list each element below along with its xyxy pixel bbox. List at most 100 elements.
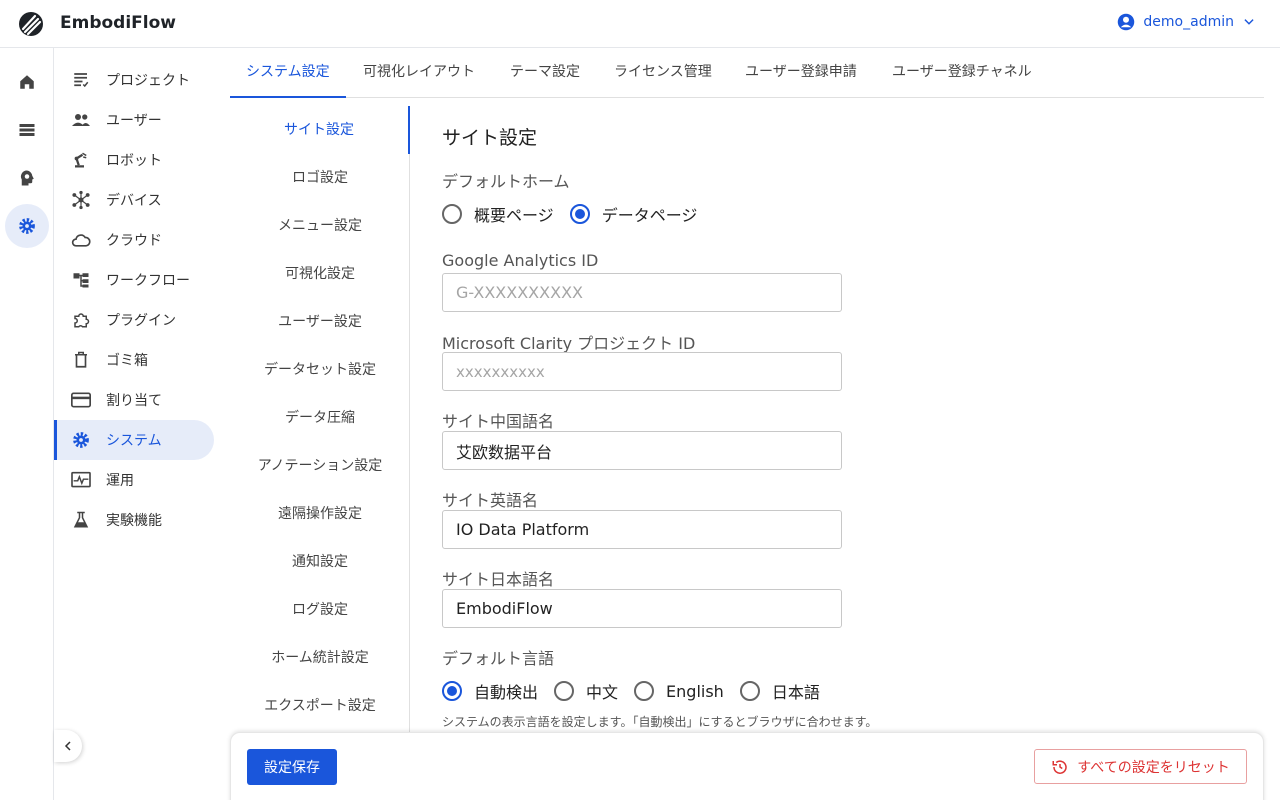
submenu-home-stats-settings[interactable]: ホーム統計設定: [230, 634, 410, 682]
tab-license-management[interactable]: ライセンス管理: [598, 48, 728, 98]
radio-indicator: [634, 681, 655, 701]
history-icon: [1052, 759, 1067, 774]
flask-icon: [73, 511, 89, 528]
workflow-icon: [73, 273, 89, 288]
nav-item-label: ワークフロー: [106, 273, 190, 289]
radio-label: 自動検出: [474, 683, 539, 702]
submenu-site-settings[interactable]: サイト設定: [230, 106, 410, 154]
nav-item-cloud[interactable]: クラウド: [54, 220, 214, 260]
nav-item-label: 割り当て: [106, 393, 162, 409]
nav-item-label: ロボット: [106, 153, 162, 169]
radio-chinese[interactable]: 中文: [554, 679, 618, 703]
user-menu[interactable]: demo_admin: [1117, 13, 1256, 31]
nav-item-allocation[interactable]: 割り当て: [54, 380, 214, 420]
nav-item-experimental[interactable]: 実験機能: [54, 500, 214, 540]
radio-overview-page[interactable]: 概要ページ: [442, 202, 554, 226]
site-name-zh-input[interactable]: [442, 431, 842, 470]
nav-item-devices[interactable]: デバイス: [54, 180, 214, 220]
save-settings-button[interactable]: 設定保存: [247, 749, 337, 785]
nav-item-label: デバイス: [106, 193, 162, 209]
clarity-id-label: Microsoft Clarity プロジェクト ID: [442, 334, 696, 353]
ga-id-label: Google Analytics ID: [442, 251, 599, 270]
gear-icon: [19, 218, 35, 234]
submenu-menu-settings[interactable]: メニュー設定: [230, 202, 410, 250]
site-name-en-input[interactable]: [442, 510, 842, 549]
tab-user-registration-requests[interactable]: ユーザー登録申請: [729, 48, 873, 98]
radio-label: データページ: [601, 206, 698, 225]
home-icon: [20, 75, 34, 89]
users-icon: [72, 114, 90, 126]
tab-user-registration-channels[interactable]: ユーザー登録チャネル: [876, 48, 1048, 98]
monitor-icon: [71, 471, 91, 488]
clarity-id-input[interactable]: [442, 352, 842, 391]
radio-indicator: [442, 681, 462, 701]
nav-sidebar: プロジェクト ユーザー ロボット デバイス クラウド ワークフロー プラグイン …: [54, 48, 230, 800]
submenu-export-settings[interactable]: エクスポート設定: [230, 682, 410, 730]
default-language-label: デフォルト言語: [442, 649, 555, 668]
project-list-icon: [74, 73, 89, 88]
nav-item-plugins[interactable]: プラグイン: [54, 300, 214, 340]
nav-item-system[interactable]: システム: [54, 420, 214, 460]
default-home-label: デフォルトホーム: [442, 172, 570, 191]
radio-label: English: [666, 681, 724, 701]
nav-item-workflow[interactable]: ワークフロー: [54, 260, 214, 300]
user-name: demo_admin: [1143, 14, 1234, 30]
trash-icon: [75, 351, 87, 368]
nav-item-trash[interactable]: ゴミ箱: [54, 340, 214, 380]
submenu-visualization-settings[interactable]: 可視化設定: [230, 250, 410, 298]
ga-id-input[interactable]: [442, 273, 842, 312]
brain-head-icon: [20, 170, 34, 186]
default-language-radio-group: 自動検出 中文 English 日本語: [442, 679, 836, 703]
radio-indicator: [739, 681, 760, 701]
nav-item-users[interactable]: ユーザー: [54, 100, 214, 140]
nav-item-projects[interactable]: プロジェクト: [54, 60, 214, 100]
rail-settings[interactable]: [5, 204, 49, 248]
account-circle-icon: [1118, 13, 1135, 31]
nav-item-label: ユーザー: [106, 113, 162, 129]
radio-indicator: [569, 204, 590, 224]
submenu-dataset-settings[interactable]: データセット設定: [230, 346, 410, 394]
rail-home[interactable]: [5, 60, 49, 104]
settings-footer-bar: 設定保存 すべての設定をリセット: [230, 732, 1264, 800]
nav-item-label: ゴミ箱: [106, 353, 148, 369]
nav-item-label: 実験機能: [106, 513, 162, 529]
device-hub-icon: [72, 190, 90, 210]
submenu-data-compression[interactable]: データ圧縮: [230, 394, 410, 442]
site-name-ja-input[interactable]: [442, 589, 842, 628]
nav-item-label: システム: [106, 433, 162, 449]
app-header: EmbodiFlow demo_admin: [0, 0, 1280, 48]
chevron-down-icon: [1244, 19, 1254, 25]
radio-japanese[interactable]: 日本語: [739, 679, 820, 703]
reset-button-label: すべての設定をリセット: [1077, 759, 1230, 776]
settings-submenu: サイト設定 ロゴ設定 メニュー設定 可視化設定 ユーザー設定 データセット設定 …: [230, 106, 410, 736]
nav-item-label: プラグイン: [106, 313, 176, 329]
default-language-help: システムの表示言語を設定します。「自動検出」にするとブラウザに合わせます。: [442, 715, 878, 729]
submenu-logo-settings[interactable]: ロゴ設定: [230, 154, 410, 202]
brand-name: EmbodiFlow: [60, 13, 176, 33]
submenu-notification-settings[interactable]: 通知設定: [230, 538, 410, 586]
rail-storage[interactable]: [5, 108, 49, 152]
radio-english[interactable]: English: [634, 681, 724, 701]
submenu-user-settings[interactable]: ユーザー設定: [230, 298, 410, 346]
nav-item-robots[interactable]: ロボット: [54, 140, 214, 180]
radio-indicator: [442, 204, 462, 224]
rail-ai[interactable]: [5, 156, 49, 200]
brand-logo-icon[interactable]: [18, 11, 44, 37]
nav-item-label: 運用: [106, 473, 134, 489]
reset-all-settings-button[interactable]: すべての設定をリセット: [1034, 749, 1247, 784]
tab-visualization-layout[interactable]: 可視化レイアウト: [347, 48, 491, 98]
section-title: サイト設定: [442, 127, 538, 149]
settings-tabs: システム設定 可視化レイアウト テーマ設定 ライセンス管理 ユーザー登録申請 ユ…: [230, 48, 1264, 98]
radio-label: 日本語: [771, 683, 820, 702]
submenu-teleoperation-settings[interactable]: 遠隔操作設定: [230, 490, 410, 538]
robot-arm-icon: [74, 152, 87, 168]
radio-data-page[interactable]: データページ: [569, 202, 698, 226]
nav-item-operations[interactable]: 運用: [54, 460, 214, 500]
submenu-annotation-settings[interactable]: アノテーション設定: [230, 442, 410, 490]
radio-indicator: [554, 681, 575, 701]
submenu-log-settings[interactable]: ログ設定: [230, 586, 410, 634]
tab-theme-settings[interactable]: テーマ設定: [494, 48, 596, 98]
radio-auto-detect[interactable]: 自動検出: [442, 679, 538, 703]
tab-system-settings[interactable]: システム設定: [230, 48, 346, 98]
site-name-en-label: サイト英語名: [442, 491, 539, 510]
